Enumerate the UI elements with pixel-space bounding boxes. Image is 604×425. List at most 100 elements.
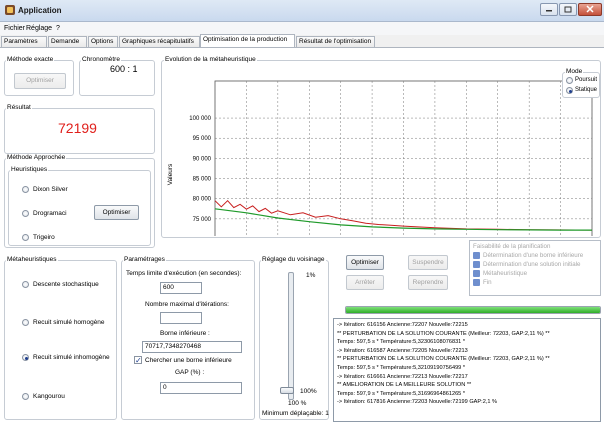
time-limit-label: Temps limite d'exécution (en secondes): [126, 270, 242, 277]
database-icon [473, 261, 480, 268]
maximize-icon [564, 6, 572, 13]
minimize-button[interactable] [540, 3, 558, 16]
neighborhood-group [259, 260, 329, 420]
minimize-icon [546, 10, 552, 12]
radio-recuit-homogene[interactable] [22, 319, 29, 326]
log-line: ** PERTURBATION DE LA SOLUTION COURANTE … [337, 356, 550, 363]
neighborhood-title: Réglage du voisinage [261, 256, 326, 263]
metaheuristic-label: Descente stochastique [33, 281, 99, 288]
max-iterations-input[interactable] [160, 312, 202, 324]
chronometer-title: Chronomètre [81, 56, 121, 63]
database-icon [473, 252, 480, 259]
application-window: Application Fichier Réglage ? Paramètres… [0, 0, 604, 425]
metaheuristic-label: Recuit simulé homogène [33, 319, 105, 326]
optimization-progress-bar [345, 306, 601, 314]
log-line: -> Itération: 616661 Ancienne:72213 Nouv… [337, 373, 468, 380]
max-iterations-label: Nombre maximal d'itérations: [145, 301, 229, 308]
lower-bound-input[interactable]: 70717,7348270468 [142, 341, 242, 353]
menu-fichier[interactable]: Fichier [4, 25, 25, 32]
exact-optimize-button[interactable]: Optimiser [14, 73, 66, 89]
exact-method-title: Méthode exacte [6, 56, 55, 63]
step-item: Faisabilité de la planification [473, 243, 551, 251]
metaheuristic-chart: 75 00080 00085 00090 00095 000100 000050… [167, 80, 593, 236]
min-movable-label: Minimum déplaçable: 1 [262, 410, 329, 417]
process-steps-list: Faisabilité de la planification Détermin… [469, 240, 601, 296]
approx-optimize-button[interactable]: Optimiser [94, 205, 139, 220]
log-line: Temps: 597,5 s * Température:5,321091907… [337, 364, 466, 371]
mode-label: Statique [575, 87, 598, 93]
neighborhood-top-label: 1% [306, 272, 316, 279]
optimize-button[interactable]: Optimiser [346, 255, 384, 270]
y-tick-label: 90 000 [193, 156, 212, 162]
settings-title: Paramétrages [123, 256, 166, 263]
menu-reglage[interactable]: Réglage [26, 25, 52, 32]
chronometer-value: 600 : 1 [110, 64, 138, 74]
search-lower-bound-label: Chercher une borne inférieure [145, 357, 232, 364]
radio-dixon-silver[interactable] [22, 186, 29, 193]
radio-mode-statique[interactable] [566, 87, 573, 94]
tab-resultat[interactable]: Résultat de l'optimisation [296, 36, 375, 47]
progress-fill [346, 307, 600, 313]
title-bar: Application [0, 0, 604, 22]
radio-recuit-inhomogene[interactable] [22, 354, 29, 361]
log-line: Temps: 597,5 s * Température:5,323061080… [337, 339, 466, 346]
y-tick-label: 100 000 [189, 116, 211, 122]
tab-optimisation[interactable]: Optimisation de la production [200, 34, 295, 47]
tab-demande[interactable]: Demande [48, 36, 87, 47]
gap-label: GAP (%) : [175, 369, 205, 376]
step-item: Fin [473, 279, 492, 286]
suspend-button[interactable]: Suspendre [408, 255, 448, 270]
close-button[interactable] [578, 3, 602, 16]
y-tick-label: 80 000 [193, 197, 212, 203]
neighborhood-slider-track[interactable] [288, 272, 294, 400]
search-lower-bound-checkbox[interactable]: ✓ [134, 356, 142, 365]
log-line: ** AMELIORATION DE LA MEILLEURE SOLUTION… [337, 382, 472, 389]
neighborhood-bottom-label: 100% [300, 388, 317, 395]
tab-content: Méthode exacte Optimiser Chronomètre 600… [0, 47, 604, 425]
result-value: 72199 [58, 120, 97, 136]
maximize-button[interactable] [559, 3, 577, 16]
radio-drogramaci[interactable] [22, 210, 29, 217]
metaheuristic-label: Kangourou [33, 393, 65, 400]
log-line: Temps: 597,9 s * Température:5,316969648… [337, 390, 466, 397]
y-tick-label: 75 000 [193, 217, 212, 223]
result-title: Résultat [6, 104, 32, 111]
metaheuristic-label: Recuit simulé inhomogène [33, 354, 110, 361]
database-icon [473, 279, 480, 286]
mode-label: Poursuit [575, 77, 598, 83]
tab-parametres[interactable]: Paramètres [1, 36, 47, 47]
window-title: Application [18, 6, 62, 15]
optimization-log[interactable]: -> Itération: 616156 Ancienne:72207 Nouv… [333, 318, 601, 422]
mode-title: Mode [565, 68, 584, 75]
metaheuristics-title: Métaheuristiques [6, 256, 58, 263]
mode-group [562, 72, 600, 98]
log-line: ** PERTURBATION DE LA SOLUTION COURANTE … [337, 330, 550, 337]
approx-method-title: Méthode Approchée [6, 154, 67, 161]
heuristic-label: Trigeiro [33, 234, 55, 241]
stop-button[interactable]: Arrêter [346, 275, 384, 290]
neighborhood-value: 100 % [288, 400, 307, 407]
resume-button[interactable]: Reprendre [408, 275, 448, 290]
tab-options[interactable]: Options [88, 36, 118, 47]
y-tick-label: 95 000 [193, 136, 212, 142]
step-item: Détermination d'une borne inférieure [473, 252, 583, 259]
time-limit-input[interactable]: 600 [160, 282, 202, 294]
tab-graphiques[interactable]: Graphiques récapitulatifs [119, 36, 200, 47]
log-line: -> Itération: 616587 Ancienne:72205 Nouv… [337, 347, 468, 354]
heuristic-label: Dixon Silver [33, 186, 68, 193]
radio-mode-poursuit[interactable] [566, 77, 573, 84]
chart-title: Evolution de la métaheuristique [164, 56, 257, 63]
log-line: -> Itération: 616156 Ancienne:72207 Nouv… [337, 322, 468, 328]
step-item: Métaheuristique [473, 270, 527, 277]
radio-descente-stochastique[interactable] [22, 281, 29, 288]
lower-bound-label: Borne inférieure : [160, 330, 210, 337]
menu-help[interactable]: ? [56, 25, 60, 32]
close-icon [586, 5, 594, 13]
radio-trigeiro[interactable] [22, 234, 29, 241]
step-item: Détermination d'une solution initiale [473, 261, 581, 268]
gap-input[interactable]: 0 [160, 382, 242, 394]
radio-kangourou[interactable] [22, 393, 29, 400]
database-icon [473, 270, 480, 277]
y-axis-label: Valeurs [167, 163, 174, 185]
neighborhood-slider-thumb[interactable] [280, 387, 294, 394]
